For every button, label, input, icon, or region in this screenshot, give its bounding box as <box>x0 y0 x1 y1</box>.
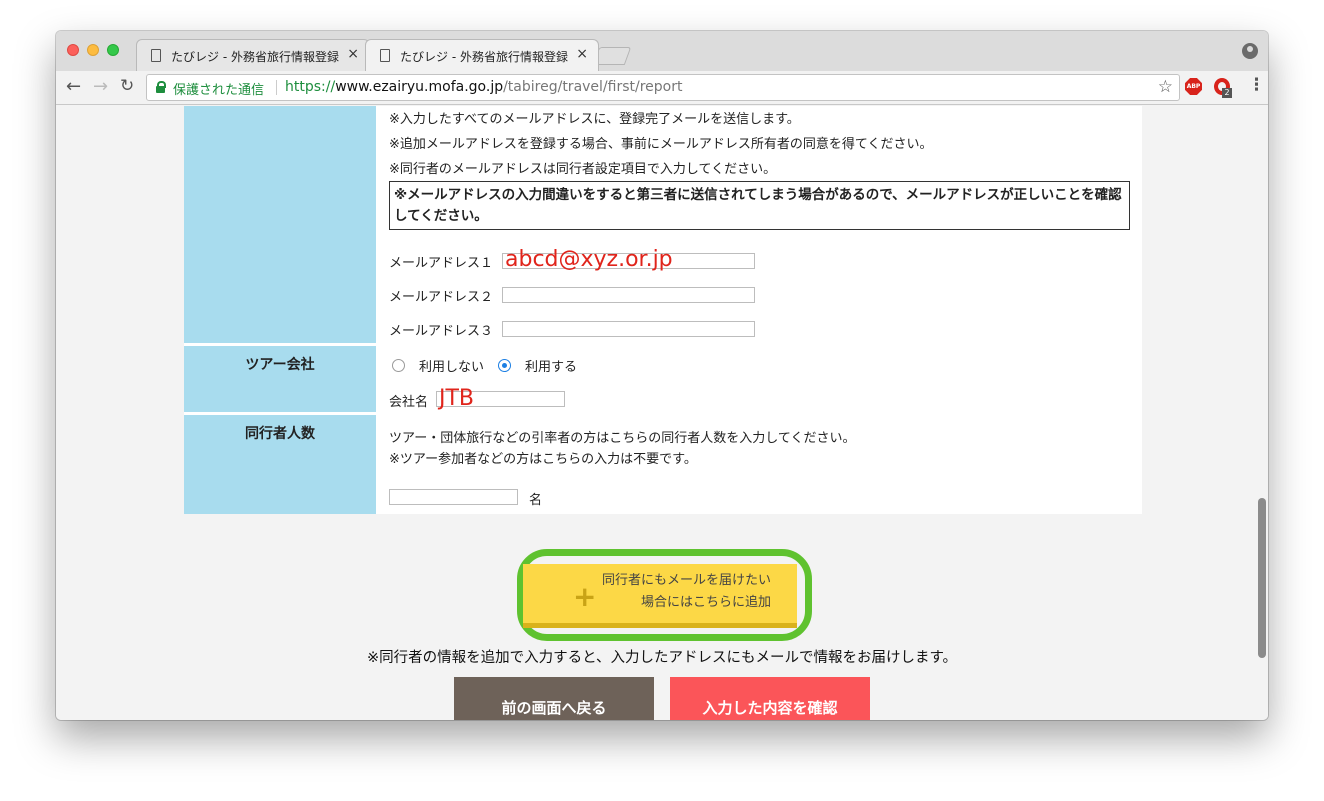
email-3-input[interactable] <box>502 321 755 337</box>
security-label: 保護された通信 <box>173 83 265 98</box>
tab-title: たびレジ - 外務省旅行情報登録 <box>171 50 339 64</box>
companion-count-label: 同行者人数 <box>245 426 315 442</box>
document-icon <box>151 49 161 62</box>
browser-window: たびレジ - 外務省旅行情報登録 × たびレジ - 外務省旅行情報登録 × ← … <box>56 31 1268 720</box>
forward-arrow-icon[interactable]: → <box>93 76 108 97</box>
add-button-line-2: 場合にはこちらに追加 <box>640 595 771 610</box>
profile-icon[interactable] <box>1242 43 1258 59</box>
tour-company-label: ツアー会社 <box>245 357 315 373</box>
tour-radio-yes[interactable] <box>498 359 511 372</box>
url-host: www.ezairyu.mofa.go.jp <box>335 79 504 95</box>
page-content: ツアー会社 同行者人数 ※入力したすべてのメールアドレスに、登録完了メールを送信… <box>56 106 1268 720</box>
plus-icon: + <box>573 580 597 613</box>
tour-option-no: 利用しない <box>419 360 485 375</box>
browser-toolbar: ← → ↻ 保護された通信 https://www.ezairyu.mofa.g… <box>56 71 1268 105</box>
menu-icon[interactable]: ⋮ <box>1248 75 1265 95</box>
email-2-input[interactable] <box>502 287 755 303</box>
page-scrollbar[interactable] <box>1258 498 1266 658</box>
row-divider <box>376 344 1142 345</box>
email-note-3: ※同行者のメールアドレスは同行者設定項目で入力してください。 <box>389 162 777 177</box>
tab-title: たびレジ - 外務省旅行情報登録 <box>400 50 568 64</box>
url-text: https://www.ezairyu.mofa.go.jp/tabireg/t… <box>285 79 682 95</box>
add-companion-button[interactable]: + 同行者にもメールを届けたい 場合にはこちらに追加 <box>523 564 797 628</box>
close-window-button[interactable] <box>67 44 79 56</box>
companion-unit: 名 <box>529 493 543 508</box>
confirm-button[interactable]: 入力した内容を確認 <box>670 677 870 720</box>
row-divider <box>376 413 1142 414</box>
email-1-label: メールアドレス１ <box>389 256 494 271</box>
company-name-value: JTB <box>439 386 475 411</box>
lock-icon <box>156 81 166 93</box>
adblock-extension-icon[interactable]: ABP <box>1185 78 1202 95</box>
maximize-window-button[interactable] <box>107 44 119 56</box>
registration-form: ツアー会社 同行者人数 ※入力したすべてのメールアドレスに、登録完了メールを送信… <box>184 106 1142 514</box>
reload-icon[interactable]: ↻ <box>120 76 134 96</box>
email-1-value: abcd@xyz.or.jp <box>505 247 673 272</box>
document-icon <box>380 49 390 62</box>
email-label-cell <box>184 106 376 343</box>
close-tab-icon[interactable]: × <box>576 46 588 62</box>
email-note-2: ※追加メールアドレスを登録する場合、事前にメールアドレス所有者の同意を得てくださ… <box>389 137 933 152</box>
url-path: /tabireg/travel/first/report <box>503 79 683 95</box>
url-scheme: https:// <box>285 79 336 95</box>
tab-2-active[interactable]: たびレジ - 外務省旅行情報登録 × <box>365 39 599 71</box>
tour-option-yes: 利用する <box>525 360 578 375</box>
address-bar[interactable]: 保護された通信 https://www.ezairyu.mofa.go.jp/t… <box>146 74 1180 101</box>
minimize-window-button[interactable] <box>87 44 99 56</box>
tour-label-cell: ツアー会社 <box>184 346 376 412</box>
companion-note-2: ※ツアー参加者などの方はこちらの入力は不要です。 <box>389 452 697 467</box>
tour-radio-no[interactable] <box>392 359 405 372</box>
companion-note-1: ツアー・団体旅行などの引率者の方はこちらの同行者人数を入力してください。 <box>389 431 856 446</box>
back-arrow-icon[interactable]: ← <box>66 76 81 97</box>
bookmark-star-icon[interactable]: ☆ <box>1158 77 1173 97</box>
email-note-1: ※入力したすべてのメールアドレスに、登録完了メールを送信します。 <box>389 112 800 127</box>
email-2-label: メールアドレス２ <box>389 290 494 305</box>
companion-count-input[interactable] <box>389 489 518 505</box>
companion-info-note: ※同行者の情報を追加で入力すると、入力したアドレスにもメールで情報をお届けします… <box>366 650 958 666</box>
back-button[interactable]: 前の画面へ戻る <box>454 677 654 720</box>
add-button-line-1: 同行者にもメールを届けたい <box>601 573 771 588</box>
close-tab-icon[interactable]: × <box>347 46 359 62</box>
tab-1[interactable]: たびレジ - 外務省旅行情報登録 × <box>136 39 370 71</box>
title-bar: たびレジ - 外務省旅行情報登録 × たびレジ - 外務省旅行情報登録 × <box>56 31 1268 71</box>
email-3-label: メールアドレス３ <box>389 324 494 339</box>
email-warning-box: ※メールアドレスの入力間違いをすると第三者に送信されてしまう場合があるので、メー… <box>389 181 1130 230</box>
company-name-label: 会社名 <box>389 395 429 410</box>
extension-badge: 2 <box>1222 88 1232 98</box>
url-divider <box>276 80 277 95</box>
companion-label-cell: 同行者人数 <box>184 415 376 514</box>
